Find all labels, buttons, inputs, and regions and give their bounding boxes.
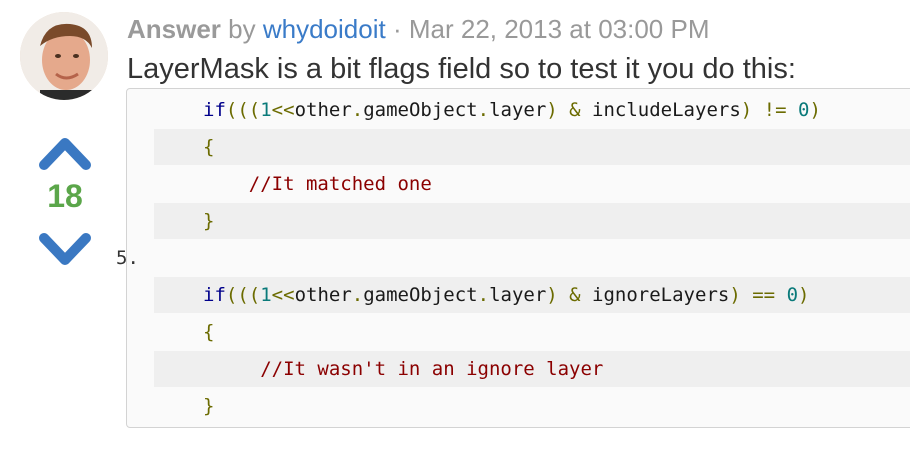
- code-token: ): [546, 99, 570, 121]
- code-line: {: [154, 129, 910, 165]
- code-token: ignoreLayers: [580, 284, 730, 306]
- code-token: if: [203, 284, 226, 306]
- code-line: //It wasn't in an ignore layer: [154, 351, 910, 387]
- code-token: (((: [225, 284, 261, 306]
- code-token: !=: [763, 99, 787, 121]
- code-token: layer: [489, 99, 547, 121]
- avatar[interactable]: [20, 12, 108, 100]
- code-line: if(((1<<other.gameObject.layer) & ignore…: [154, 277, 910, 313]
- code-token: <<: [271, 99, 295, 121]
- code-token: if: [203, 99, 226, 121]
- code-line-content: {: [154, 136, 214, 158]
- downvote-button[interactable]: [38, 232, 92, 270]
- code-token: ): [546, 284, 570, 306]
- vote-count: 18: [47, 178, 83, 214]
- code-line-content: }: [154, 210, 214, 232]
- code-token: 1: [260, 99, 272, 121]
- code-token: {: [203, 136, 215, 158]
- code-token: layer: [489, 284, 547, 306]
- code-line-content: {: [154, 321, 214, 343]
- code-token: other: [294, 284, 352, 306]
- code-line: }: [154, 388, 910, 424]
- code-token: }: [203, 395, 215, 417]
- code-token: }: [203, 210, 215, 232]
- code-token: gameObject: [363, 284, 478, 306]
- code-token: (((: [225, 99, 261, 121]
- code-token: 0: [798, 99, 810, 121]
- code-line: }: [154, 203, 910, 239]
- code-line-content: //It matched one: [154, 173, 432, 195]
- code-token: .: [351, 284, 364, 306]
- author-link[interactable]: whydoidoit: [263, 14, 386, 44]
- code-token: .: [351, 99, 364, 121]
- code-token: //It matched one: [203, 173, 432, 195]
- meta-separator: ·: [392, 14, 402, 44]
- user-photo-icon: [20, 12, 108, 100]
- code-token: ): [729, 284, 753, 306]
- code-line-content: [154, 247, 203, 269]
- by-label: by: [228, 14, 256, 44]
- code-token: ==: [752, 284, 776, 306]
- code-token: .: [477, 284, 490, 306]
- code-token: <<: [271, 284, 295, 306]
- code-token: .: [477, 99, 490, 121]
- code-line: if(((1<<other.gameObject.layer) & includ…: [154, 92, 910, 128]
- code-token: ): [809, 99, 821, 121]
- answer-intro-text: LayerMask is a bit flags field so to tes…: [127, 53, 796, 85]
- code-token: includeLayers: [580, 99, 741, 121]
- code-line: //It matched one: [154, 166, 910, 202]
- upvote-button[interactable]: [38, 133, 92, 171]
- code-token: ): [798, 284, 810, 306]
- code-token: gameObject: [363, 99, 478, 121]
- post-date: Mar 22, 2013 at 03:00 PM: [408, 14, 710, 44]
- answer-meta: Answer by whydoidoit · Mar 22, 2013 at 0…: [127, 14, 709, 45]
- code-token: &: [569, 284, 581, 306]
- code-line: [154, 240, 910, 276]
- code-line-content: }: [154, 395, 214, 417]
- code-token: 0: [786, 284, 799, 306]
- code-line-content: //It wasn't in an ignore layer: [154, 358, 603, 380]
- code-line-content: if(((1<<other.gameObject.layer) & ignore…: [154, 284, 809, 306]
- code-token: 1: [260, 284, 272, 306]
- line-number: 5.: [116, 247, 139, 269]
- code-token: {: [203, 321, 215, 343]
- code-token: &: [569, 99, 581, 121]
- code-token: ): [740, 99, 764, 121]
- chevron-down-icon: [39, 233, 91, 265]
- code-token: other: [294, 99, 352, 121]
- code-token: //It wasn't in an ignore layer: [203, 358, 604, 380]
- code-line: {: [154, 314, 910, 350]
- code-line-content: if(((1<<other.gameObject.layer) & includ…: [154, 99, 821, 121]
- chevron-up-icon: [39, 138, 91, 170]
- answer-label: Answer: [127, 14, 221, 44]
